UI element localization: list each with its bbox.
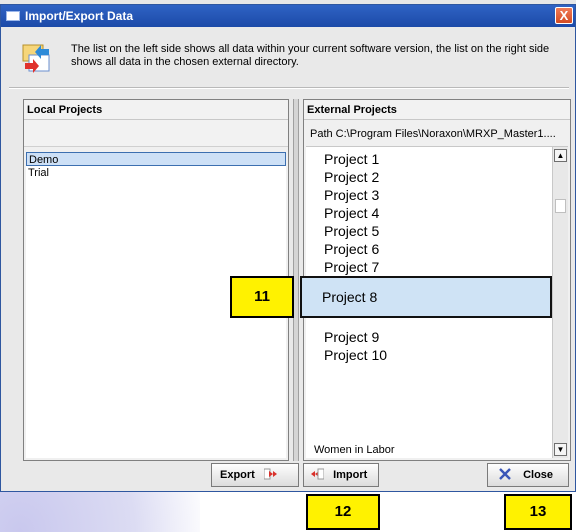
- list-item[interactable]: Project 7: [324, 259, 379, 275]
- external-projects-header: External Projects: [304, 100, 570, 120]
- export-arrow-icon: [263, 468, 277, 480]
- close-window-button[interactable]: X: [555, 7, 573, 24]
- export-button[interactable]: Export: [211, 463, 299, 487]
- local-projects-header: Local Projects: [24, 100, 288, 120]
- vertical-scrollbar[interactable]: ▲ ▼: [552, 147, 568, 458]
- info-section: The list on the left side shows all data…: [9, 43, 569, 77]
- list-item[interactable]: Project 9: [324, 329, 379, 345]
- list-item[interactable]: Project 2: [324, 169, 379, 185]
- import-button-label: Import: [333, 469, 368, 481]
- list-item[interactable]: Project 4: [324, 205, 379, 221]
- local-item-trial[interactable]: Trial: [26, 166, 286, 180]
- list-item[interactable]: Project 10: [324, 347, 387, 363]
- import-arrow-icon: [311, 468, 324, 480]
- scroll-thumb[interactable]: [555, 199, 566, 213]
- highlighted-project-label: Project 8: [322, 289, 378, 305]
- separator: [9, 87, 569, 89]
- callout-12: 12: [306, 494, 380, 530]
- local-item-demo[interactable]: Demo: [26, 152, 286, 166]
- button-bar: Export Import Close: [1, 463, 575, 491]
- list-item[interactable]: Project 5: [324, 223, 379, 239]
- list-item[interactable]: Women in Labor: [314, 444, 395, 456]
- import-button[interactable]: Import: [303, 463, 379, 487]
- close-button[interactable]: Close: [487, 463, 569, 487]
- list-item[interactable]: Project 1: [324, 151, 379, 167]
- highlighted-project-row[interactable]: Project 8: [300, 276, 552, 318]
- window-icon: [6, 11, 20, 21]
- external-path: Path C:\Program Files\Noraxon\MRXP_Maste…: [310, 128, 556, 140]
- close-button-label: Close: [523, 469, 554, 481]
- scroll-up-icon[interactable]: ▲: [554, 149, 567, 162]
- scroll-down-icon[interactable]: ▼: [554, 443, 567, 456]
- list-item[interactable]: Project 6: [324, 241, 379, 257]
- local-spacer: [24, 120, 288, 147]
- close-x-icon: [499, 468, 511, 480]
- info-text: The list on the left side shows all data…: [71, 43, 550, 68]
- title-bar[interactable]: Import/Export Data X: [1, 5, 575, 27]
- import-export-icon: [22, 44, 50, 73]
- export-button-label: Export: [220, 469, 255, 481]
- callout-13: 13: [504, 494, 572, 530]
- callout-11: 11: [230, 276, 294, 318]
- window-title: Import/Export Data: [25, 9, 134, 23]
- list-item[interactable]: Project 3: [324, 187, 379, 203]
- dialog-window: Import/Export Data X The list on the lef…: [0, 4, 576, 492]
